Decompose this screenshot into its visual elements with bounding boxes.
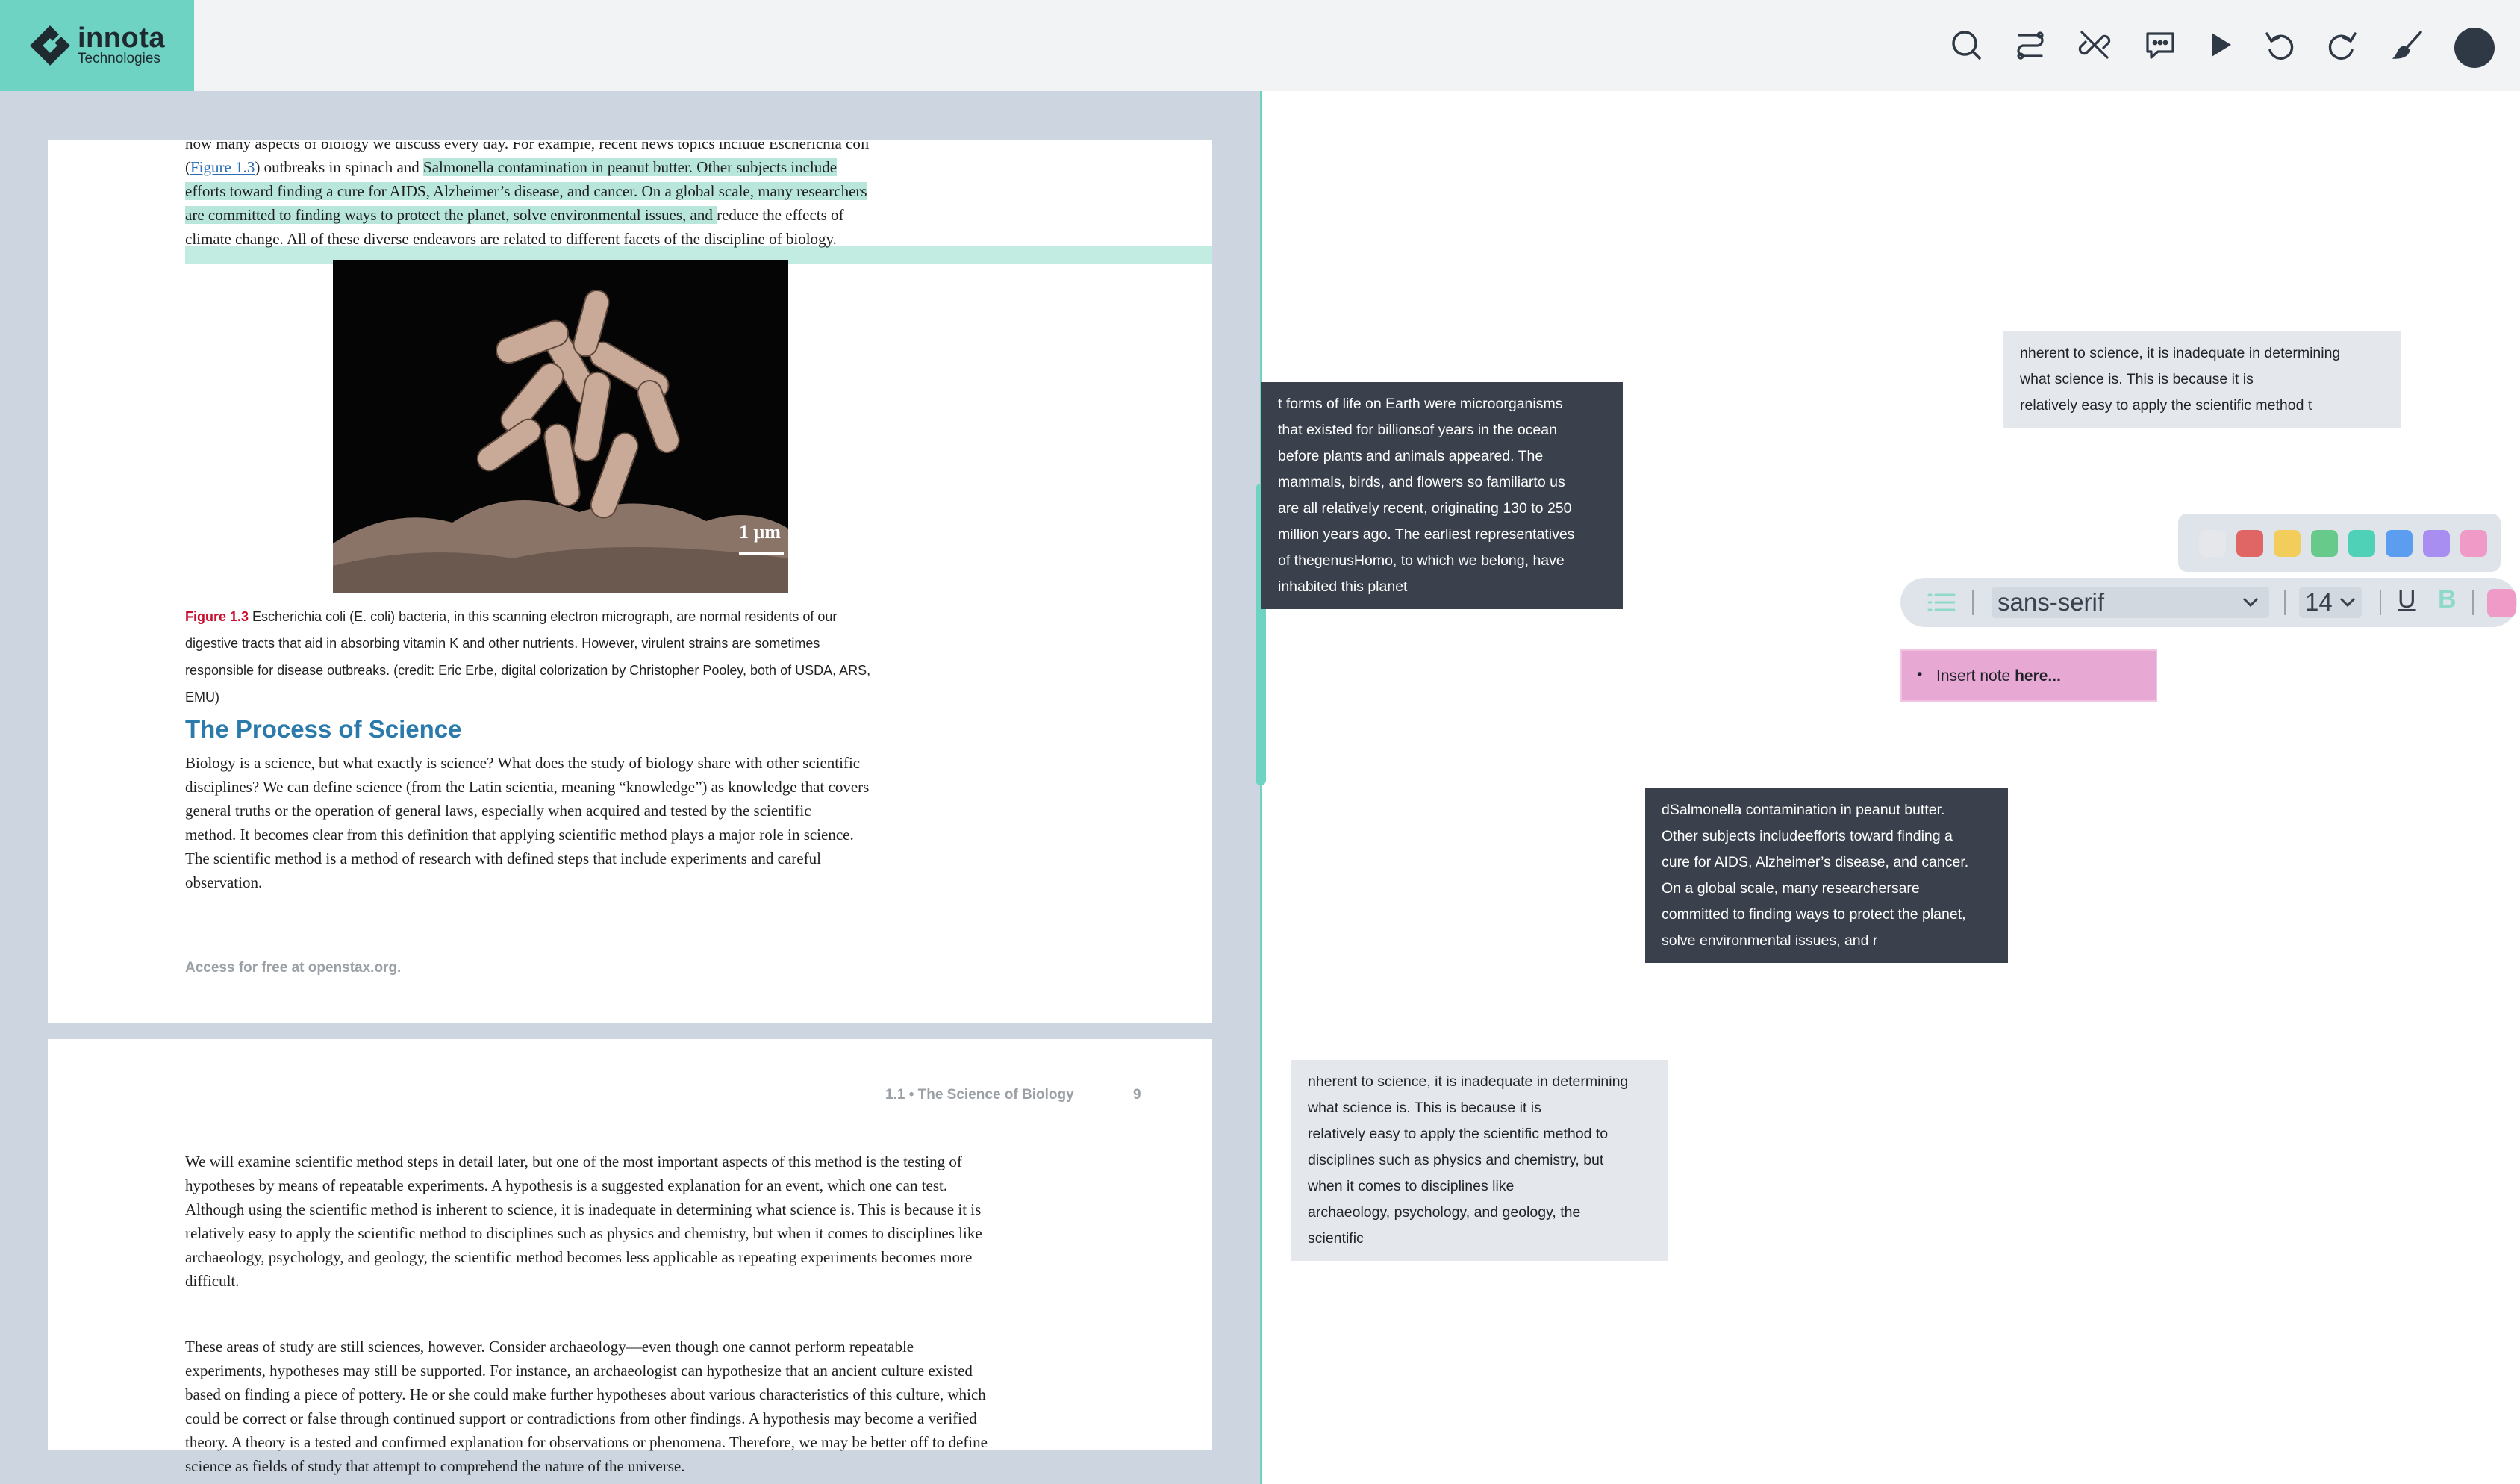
color-swatch-gray[interactable]	[2199, 530, 2226, 557]
section-title: The Process of Science	[185, 715, 462, 743]
text-line: based on finding a piece of pottery. He …	[185, 1385, 986, 1403]
text-line: method. It becomes clear from this defin…	[185, 826, 854, 844]
text-line: theory. A theory is a tested and confirm…	[185, 1433, 988, 1451]
route-icon	[2017, 31, 2044, 60]
document-page: 1.1 • The Science of Biology 9 We will e…	[48, 1039, 1212, 1475]
body-text: These areas of study are still sciences,…	[185, 1335, 988, 1478]
brush-icon	[2392, 31, 2422, 59]
text-line: The scientific method is a method of res…	[185, 849, 821, 867]
text-block: how many aspects of biology we discuss e…	[185, 131, 932, 251]
caption-line: EMU)	[185, 690, 219, 705]
color-swatch-yellow[interactable]	[2274, 530, 2301, 557]
search-button[interactable]	[1944, 22, 1989, 67]
pointer-button[interactable]	[2198, 22, 2242, 67]
text-line: archaeology, psychology, and geology, th…	[185, 1248, 973, 1266]
top-toolbar: innota Technologies	[0, 0, 2520, 91]
text-line: experiments, hypotheses may still be sup…	[185, 1362, 973, 1379]
sticky-note[interactable]: nherent to science, it is inadequate in …	[1291, 1060, 1668, 1261]
text-line: These areas of study are still sciences,…	[185, 1338, 914, 1356]
font-family-select[interactable]: sans-serif	[1992, 587, 2269, 618]
highlighted-text: Salmonella contamination in peanut butte…	[423, 158, 838, 176]
brush-button[interactable]	[2386, 22, 2430, 67]
figure-caption: Figure 1.3 Escherichia coli (E. coli) ba…	[185, 603, 932, 711]
text-line: general truths or the operation of gener…	[185, 802, 811, 820]
text-line: efforts toward finding a cure for AIDS, …	[185, 179, 932, 203]
ecoli-micrograph-image: 1 μm	[333, 260, 788, 593]
page-footer: Access for free at openstax.org.	[185, 960, 402, 976]
color-swatch-pink[interactable]	[2460, 530, 2487, 557]
highlighted-text: efforts toward finding a cure for AIDS, …	[185, 182, 867, 200]
bullet-marker: •	[1917, 666, 1923, 683]
avatar[interactable]	[2454, 28, 2495, 68]
toolbar-separator	[1972, 590, 1974, 615]
caption-line: digestive tracts that aid in absorbing v…	[185, 636, 820, 651]
undo-icon	[2265, 32, 2294, 60]
logo-subtitle: Technologies	[78, 51, 160, 66]
text-line: are committed to finding ways to protect…	[185, 206, 844, 224]
scale-label: 1 μm	[739, 521, 781, 543]
highlighted-text: are committed to finding ways to protect…	[185, 206, 717, 224]
logo-mark-icon	[30, 25, 70, 66]
toolbar-separator	[2284, 590, 2286, 615]
text-line: could be correct or false through contin…	[185, 1409, 977, 1427]
font-size-select[interactable]: 14	[2299, 587, 2362, 618]
text-format-toolbar: sans-serif 14 U B	[1900, 578, 2517, 627]
toolbar-separator	[2380, 590, 2381, 615]
redo-icon	[2328, 32, 2357, 60]
text-line: (Figure 1.3) outbreaks in spinach and Sa…	[185, 158, 838, 176]
unlink-icon	[2078, 31, 2111, 59]
document-reader[interactable]: how many aspects of biology we discuss e…	[0, 91, 1260, 1484]
logo-name: innota	[78, 22, 165, 54]
figure-link[interactable]: Figure 1.3	[190, 158, 255, 176]
color-palette	[2178, 514, 2501, 572]
color-swatch-red[interactable]	[2236, 530, 2263, 557]
color-swatch-teal[interactable]	[2348, 530, 2375, 557]
text-line: observation.	[185, 873, 263, 891]
caption-line: Figure 1.3 Escherichia coli (E. coli) ba…	[185, 609, 838, 624]
page-number: 9	[1133, 1087, 1141, 1103]
toolbar-separator	[2472, 590, 2474, 615]
bullet-list-icon[interactable]	[1927, 590, 1956, 614]
redo-button[interactable]	[2320, 22, 2365, 67]
body-text: Biology is a science, but what exactly i…	[185, 751, 932, 894]
sticky-note[interactable]: t forms of life on Earth were microorgan…	[1261, 382, 1623, 609]
text-line: difficult.	[185, 1272, 240, 1290]
chevron-down-icon	[2339, 597, 2356, 608]
route-button[interactable]	[2008, 22, 2053, 67]
pointer-icon	[2212, 33, 2231, 57]
chevron-down-icon	[2242, 597, 2259, 608]
app-logo[interactable]: innota Technologies	[0, 0, 194, 91]
unlink-button[interactable]	[2072, 22, 2117, 67]
color-swatch-blue[interactable]	[2386, 530, 2413, 557]
text-line: relatively easy to apply the scientific …	[185, 1224, 982, 1242]
sticky-note[interactable]: nherent to science, it is inadequate in …	[2003, 331, 2401, 428]
body-text: We will examine scientific method steps …	[185, 1150, 982, 1293]
comment-icon	[2146, 32, 2174, 59]
undo-button[interactable]	[2257, 22, 2302, 67]
text-line: climate change. All of these diverse end…	[185, 230, 837, 248]
underline-button[interactable]: U	[2398, 585, 2416, 614]
color-swatch-purple[interactable]	[2423, 530, 2450, 557]
sticky-note[interactable]: dSalmonella contamination in peanut butt…	[1645, 788, 2008, 963]
color-swatch-green[interactable]	[2311, 530, 2338, 557]
text-line: Biology is a science, but what exactly i…	[185, 754, 861, 772]
note-editor-text: Insert note here...	[1936, 667, 2061, 685]
caption-line: responsible for disease outbreaks. (cred…	[185, 663, 871, 678]
bold-button[interactable]: B	[2438, 585, 2457, 614]
search-icon	[1952, 31, 1981, 60]
document-page: how many aspects of biology we discuss e…	[48, 140, 1212, 1023]
text-line: science as fields of study that attempt …	[185, 1457, 685, 1475]
text-line: Although using the scientific method is …	[185, 1200, 982, 1218]
note-editor[interactable]: • Insert note here...	[1900, 649, 2157, 702]
pane-divider[interactable]	[1260, 91, 1262, 1484]
active-color-swatch[interactable]	[2487, 589, 2516, 617]
text-line: disciplines? We can define science (from…	[185, 778, 870, 796]
caption-figure-label: Figure 1.3	[185, 609, 249, 624]
text-line: We will examine scientific method steps …	[185, 1153, 962, 1170]
text-line: hypotheses by means of repeatable experi…	[185, 1176, 948, 1194]
comment-button[interactable]	[2138, 22, 2183, 67]
text-line: how many aspects of biology we discuss e…	[185, 134, 870, 152]
running-head: 1.1 • The Science of Biology	[885, 1087, 1074, 1103]
